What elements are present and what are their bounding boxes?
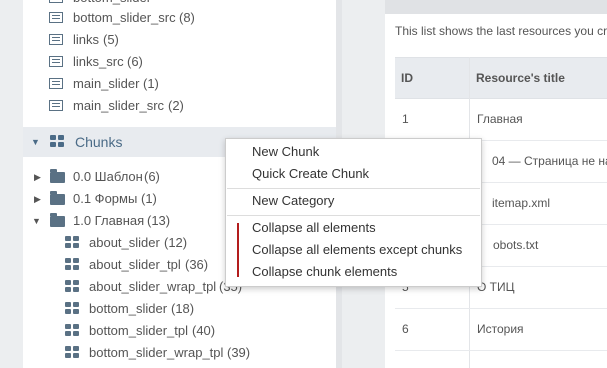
chunk-count: (36): [185, 257, 209, 272]
category-name: 0.0 Шаблон: [73, 169, 143, 184]
chunk-icon: [65, 258, 79, 271]
chunk-name: bottom_slider_tpl: [89, 323, 188, 338]
table-header: ID Resource's title: [395, 57, 607, 99]
panel-description: This list shows the last resources you c…: [395, 24, 607, 38]
column-header-id[interactable]: ID: [401, 58, 413, 98]
snippet-icon: [49, 78, 63, 89]
chunk-count: (40): [192, 323, 216, 338]
caret-right-icon[interactable]: ▶: [34, 166, 41, 188]
cell-title[interactable]: 04 — Страница не най: [492, 140, 607, 182]
snippet-icon: [49, 56, 63, 67]
snippet-count: (2): [168, 98, 184, 113]
snippet-icon: [49, 0, 63, 3]
menu-item-collapse-chunks[interactable]: Collapse chunk elements: [252, 261, 397, 283]
caret-down-icon[interactable]: ▼: [32, 210, 41, 232]
table-row[interactable]: 1 Главная: [395, 98, 607, 141]
snippet-icon: [49, 12, 63, 23]
folder-icon: [50, 169, 65, 183]
chunks-icon: [50, 135, 64, 148]
menu-item-collapse-except-chunks[interactable]: Collapse all elements except chunks: [252, 239, 462, 261]
chunk-name: bottom_slider_wrap_tpl: [89, 345, 224, 360]
chunk-count: (18): [171, 301, 195, 316]
menu-item-collapse-all[interactable]: Collapse all elements: [252, 217, 376, 239]
caret-right-icon[interactable]: ▶: [34, 188, 41, 210]
cell-id: 6: [402, 322, 409, 336]
category-count: (1): [141, 191, 157, 206]
chunk-icon: [65, 324, 79, 337]
cell-id: 1: [402, 112, 409, 126]
cell-title[interactable]: О ТИЦ: [477, 266, 515, 308]
chunk-name: bottom_slider: [89, 301, 168, 316]
context-menu: New Chunk Quick Create Chunk New Categor…: [225, 138, 482, 287]
cell-title[interactable]: obots.txt: [493, 224, 538, 266]
panel-header: [385, 0, 607, 14]
column-header-title[interactable]: Resource's title: [476, 58, 565, 98]
folder-icon: [50, 191, 65, 205]
cell-title[interactable]: Главная: [477, 98, 523, 140]
caret-down-icon[interactable]: ▼: [31, 127, 40, 157]
chunk-name: about_slider_wrap_tpl: [89, 279, 217, 294]
snippet-name: links_src: [73, 54, 124, 69]
snippet-count: (1): [143, 76, 159, 91]
cell-title[interactable]: История: [477, 308, 524, 350]
chunks-label: Chunks: [75, 134, 123, 150]
snippet-name: main_slider: [73, 76, 140, 91]
menu-separator: [227, 188, 480, 189]
folder-open-icon: [50, 213, 65, 227]
menu-item-new-chunk[interactable]: New Chunk: [252, 141, 319, 163]
category-count: (13): [147, 213, 171, 228]
chunk-name: about_slider: [89, 235, 160, 250]
chunk-icon: [65, 302, 79, 315]
menu-item-quick-create-chunk[interactable]: Quick Create Chunk: [252, 163, 369, 185]
category-name: 0.1 Формы: [73, 191, 138, 206]
snippet-name: main_slider_src: [73, 98, 165, 113]
menu-item-new-category[interactable]: New Category: [252, 190, 334, 212]
chunk-icon: [65, 346, 79, 359]
chunk-name: about_slider_tpl: [89, 257, 181, 272]
chunk-count: (12): [164, 235, 188, 250]
snippet-name: bottom_slider_src: [73, 10, 176, 25]
category-count: (6): [144, 169, 160, 184]
chunk-icon: [65, 236, 79, 249]
snippet-count: (6): [127, 54, 143, 69]
category-name: 1.0 Главная: [73, 213, 145, 228]
snippet-name: links: [73, 32, 100, 47]
snippet-icon: [49, 34, 63, 45]
snippet-icon: [49, 100, 63, 111]
menu-separator: [227, 215, 480, 216]
table-row[interactable]: 6 История: [395, 308, 607, 351]
snippet-count: (8): [179, 10, 195, 25]
snippet-count: (5): [103, 32, 119, 47]
chunk-count: (39): [227, 345, 251, 360]
menu-group-accent-bar: [237, 223, 239, 277]
cell-title[interactable]: itemap.xml: [492, 182, 550, 224]
chunk-icon: [65, 280, 79, 293]
